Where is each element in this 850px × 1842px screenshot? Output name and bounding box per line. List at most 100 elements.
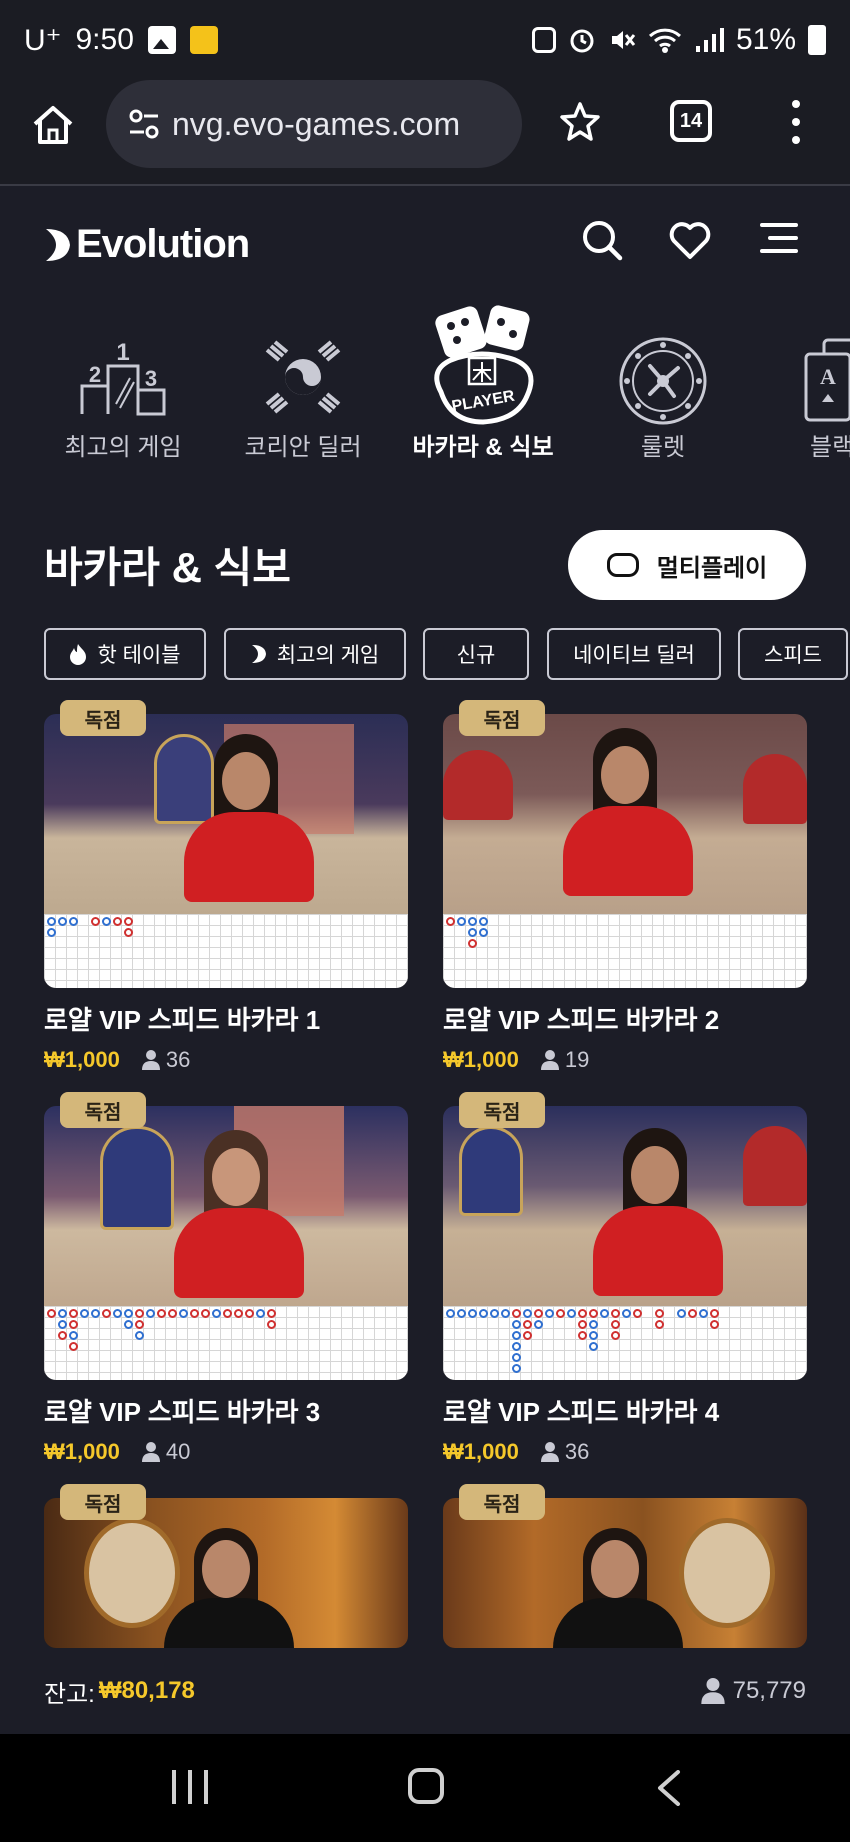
game-card[interactable]: 독점 로얄 VIP 스피드 바카라 3 ₩1,000 40 xyxy=(44,1092,408,1465)
filter-label: 핫 테이블 xyxy=(97,644,181,667)
user-icon xyxy=(141,1050,160,1070)
category-nav: 1 2 3 최고의 게임 코리안 딜러 PLAYER 바카라 & 식보 룰렛 A… xyxy=(0,300,850,470)
player-count: 36 xyxy=(165,1047,191,1072)
game-thumbnail[interactable] xyxy=(443,1498,807,1648)
category-roulette[interactable]: 룰렛 xyxy=(578,300,748,470)
category-label: 룰렛 xyxy=(640,434,686,461)
battery-icon xyxy=(808,25,826,55)
category-blackjack[interactable]: A 블랙 xyxy=(758,300,850,470)
category-label: 최고의 게임 xyxy=(64,434,182,461)
category-label: 블랙 xyxy=(810,434,850,461)
game-title[interactable]: 로얄 VIP 스피드 바카라 1 xyxy=(44,1000,408,1037)
game-card[interactable]: 독점 xyxy=(443,1484,807,1648)
wifi-icon xyxy=(648,28,681,53)
balance-label: 잔고: xyxy=(44,1680,95,1708)
player-count: 36 xyxy=(564,1439,590,1464)
game-title[interactable]: 로얄 VIP 스피드 바카라 3 xyxy=(44,1392,408,1429)
game-thumbnail[interactable] xyxy=(44,1498,408,1648)
playing-card-icon: A xyxy=(804,338,850,422)
system-nav-bar xyxy=(0,1734,850,1842)
page-title: 바카라 & 식보 xyxy=(44,544,291,591)
min-bet: ₩1,000 xyxy=(443,1439,519,1464)
filter-bar: 핫 테이블 최고의 게임 신규 네이티브 딜러 스피드 xyxy=(44,628,850,680)
more-options-icon[interactable] xyxy=(784,100,808,144)
online-players: 75,779 xyxy=(700,1677,806,1705)
game-thumbnail[interactable] xyxy=(443,714,807,988)
filter-speed[interactable]: 스피드 xyxy=(738,628,848,680)
player-count: 40 xyxy=(165,1439,191,1464)
game-title[interactable]: 로얄 VIP 스피드 바카라 2 xyxy=(443,1000,807,1037)
podium-icon: 1 2 3 xyxy=(80,339,166,416)
multiplay-button[interactable]: 멀티플레이 xyxy=(568,530,806,600)
bookmark-star-icon[interactable] xyxy=(558,100,602,144)
user-icon xyxy=(540,1050,559,1070)
online-count: 75,779 xyxy=(732,1677,806,1704)
filter-native-dealer[interactable]: 네이티브 딜러 xyxy=(547,628,721,680)
balance-value: ₩80,178 xyxy=(98,1677,195,1704)
status-time: 9:50 xyxy=(75,23,134,56)
category-top-games[interactable]: 1 2 3 최고의 게임 xyxy=(38,300,208,470)
status-bar: U⁺ 9:50 51% xyxy=(0,0,850,80)
url-text[interactable]: nvg.evo-games.com xyxy=(172,106,460,143)
game-thumbnail[interactable] xyxy=(443,1106,807,1380)
svg-text:2: 2 xyxy=(89,362,101,387)
category-baccarat-sicbo[interactable]: PLAYER 바카라 & 식보 xyxy=(398,300,568,470)
user-icon xyxy=(700,1678,725,1704)
exclusive-badge: 독점 xyxy=(60,1484,146,1520)
game-thumbnail[interactable] xyxy=(44,1106,408,1380)
exclusive-badge: 독점 xyxy=(60,1092,146,1128)
filter-top-games[interactable]: 최고의 게임 xyxy=(224,628,406,680)
back-icon[interactable] xyxy=(654,1770,684,1806)
ace-label: A xyxy=(820,364,836,389)
exclusive-badge: 독점 xyxy=(459,700,545,736)
search-icon[interactable] xyxy=(580,218,624,262)
site-settings-icon[interactable] xyxy=(124,104,164,144)
menu-icon[interactable] xyxy=(760,222,798,254)
filter-new[interactable]: 신규 xyxy=(423,628,529,680)
game-thumbnail[interactable] xyxy=(44,714,408,988)
game-card[interactable]: 독점 로얄 VIP 스피드 바카라 1 ₩1,000 36 xyxy=(44,700,408,1073)
tab-switcher-button[interactable]: 14 xyxy=(670,100,712,142)
recent-apps-icon[interactable] xyxy=(172,1770,208,1804)
battery-percent: 51% xyxy=(735,23,796,56)
carrier-label: U⁺ xyxy=(24,23,62,57)
evolution-logo[interactable]: Evolution xyxy=(44,222,250,267)
alarm-icon xyxy=(570,29,594,53)
evolution-mark-icon xyxy=(251,645,266,663)
game-card[interactable]: 독점 로얄 VIP 스피드 바카라 4 ₩1,000 36 xyxy=(443,1092,807,1465)
battery-saver-icon xyxy=(531,27,556,53)
browser-toolbar: nvg.evo-games.com 14 xyxy=(0,80,850,186)
address-bar[interactable]: nvg.evo-games.com xyxy=(106,80,522,168)
tab-count: 14 xyxy=(679,109,703,132)
gallery-notification-icon xyxy=(147,26,176,54)
app-notification-icon xyxy=(189,26,218,54)
category-label: 바카라 & 식보 xyxy=(412,434,554,461)
exclusive-badge: 독점 xyxy=(459,1484,545,1520)
site-header: Evolution xyxy=(0,188,850,298)
min-bet: ₩1,000 xyxy=(44,1439,120,1464)
multiplay-icon xyxy=(606,553,639,577)
home-button-icon[interactable] xyxy=(408,1768,444,1804)
mute-icon xyxy=(611,31,636,49)
filter-hot-tables[interactable]: 핫 테이블 xyxy=(44,628,206,680)
svg-text:1: 1 xyxy=(116,339,129,366)
home-icon[interactable] xyxy=(30,102,76,148)
baccarat-dice-icon: PLAYER xyxy=(434,305,534,425)
balance-bar: 잔고: ₩80,178 75,779 xyxy=(0,1648,850,1734)
game-title[interactable]: 로얄 VIP 스피드 바카라 4 xyxy=(443,1392,807,1429)
signal-icon xyxy=(695,28,724,52)
roulette-wheel-icon xyxy=(619,337,707,425)
user-icon xyxy=(141,1442,160,1462)
filter-label: 신규 xyxy=(456,644,496,667)
category-korean-dealer[interactable]: 코리안 딜러 xyxy=(218,300,388,470)
min-bet: ₩1,000 xyxy=(44,1047,120,1072)
multiplay-label: 멀티플레이 xyxy=(656,554,768,582)
filter-label: 네이티브 딜러 xyxy=(573,644,695,667)
game-card[interactable]: 독점 로얄 VIP 스피드 바카라 2 ₩1,000 19 xyxy=(443,700,807,1073)
filter-label: 최고의 게임 xyxy=(276,644,380,667)
min-bet: ₩1,000 xyxy=(443,1047,519,1072)
exclusive-badge: 독점 xyxy=(60,700,146,736)
player-count: 19 xyxy=(564,1047,590,1072)
game-card[interactable]: 독점 xyxy=(44,1484,408,1648)
favorites-heart-icon[interactable] xyxy=(668,218,712,262)
